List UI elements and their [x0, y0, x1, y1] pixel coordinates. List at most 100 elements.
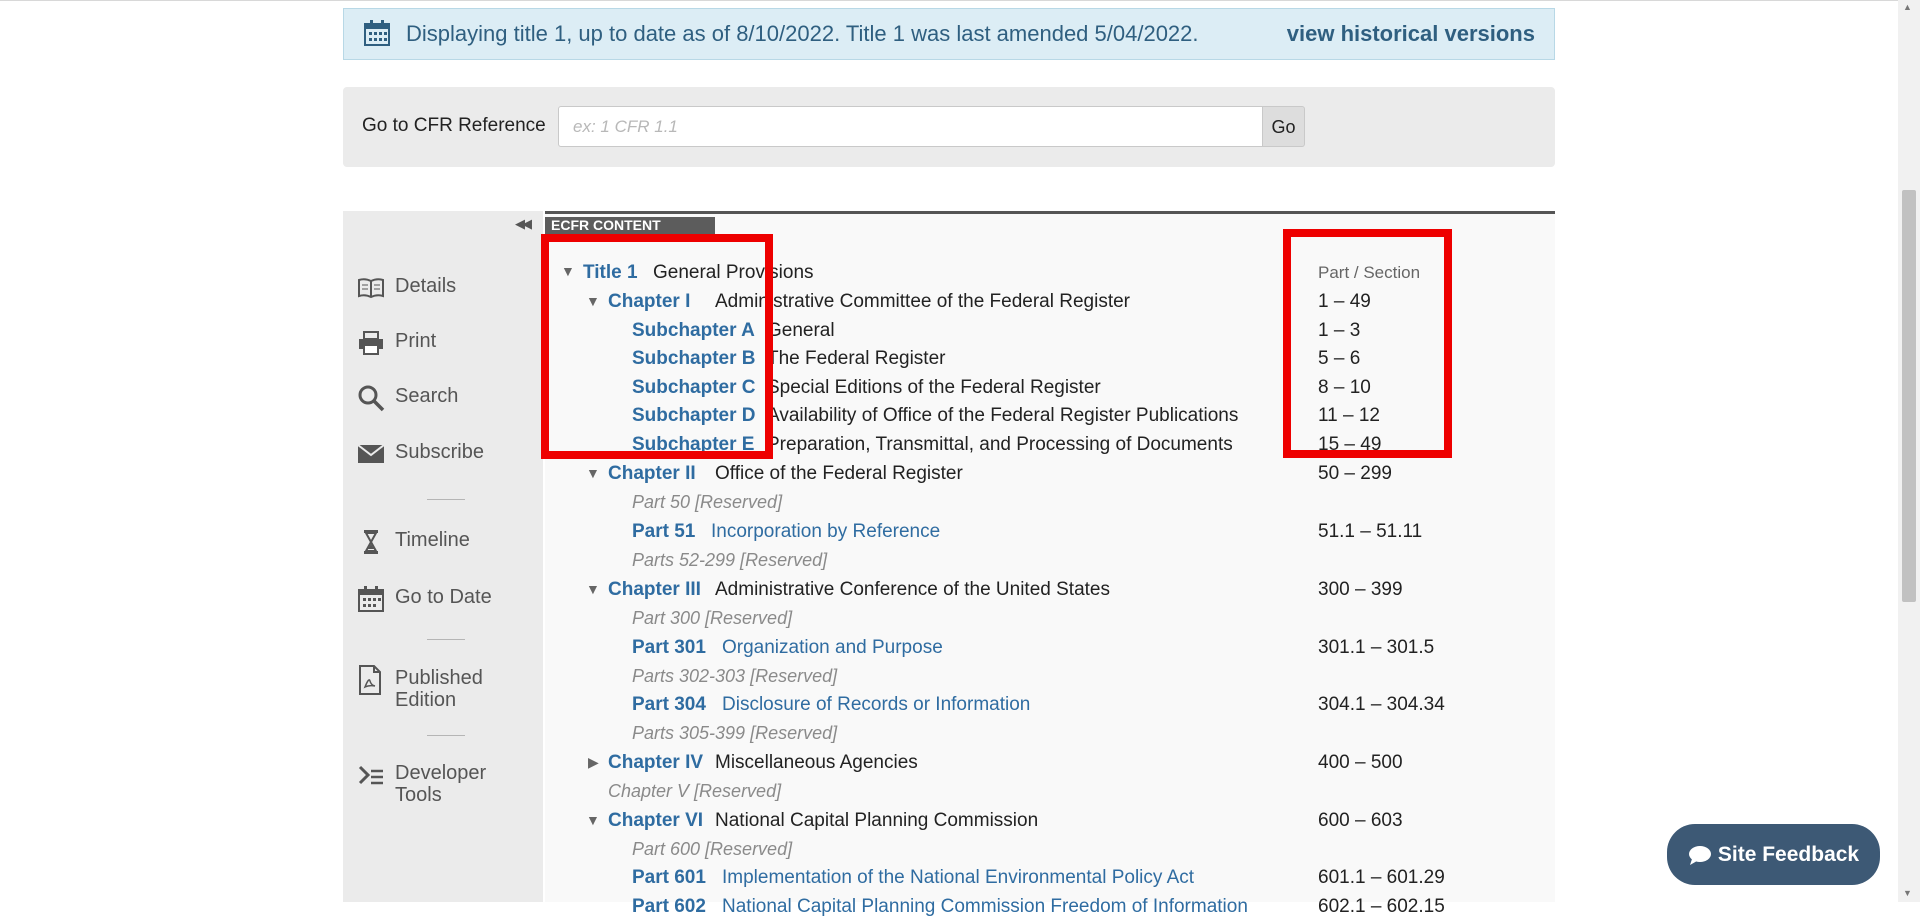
- chapter-description: Administrative Committee of the Federal …: [715, 291, 1130, 312]
- chapter-description: National Capital Planning Commission: [715, 810, 1039, 831]
- part-section-range: 601.1 – 601.29: [1318, 867, 1445, 888]
- scroll-down-icon[interactable]: ▼: [1903, 888, 1912, 898]
- toc-row: Parts 305-399 [Reserved]: [545, 720, 1555, 748]
- terminal-icon: [357, 762, 387, 788]
- cfr-reference-input[interactable]: [558, 106, 1263, 147]
- toc-row: Part 602 National Capital Planning Commi…: [545, 893, 1555, 921]
- highlight-box-ranges: [1283, 229, 1452, 458]
- toc-row: Parts 52-299 [Reserved]: [545, 547, 1555, 575]
- sidebar-item-print[interactable]: Print: [357, 330, 505, 356]
- subchapter-description: Preparation, Transmittal, and Processing…: [767, 434, 1233, 455]
- part-section-range: 51.1 – 51.11: [1318, 521, 1423, 542]
- chapter-link[interactable]: Chapter IV: [608, 752, 703, 774]
- chapter-description: Miscellaneous Agencies: [715, 752, 918, 773]
- toc-row: Part 601 Implementation of the National …: [545, 864, 1555, 892]
- part-description-link[interactable]: Incorporation by Reference: [711, 521, 940, 543]
- part-link[interactable]: Part 51: [632, 521, 695, 543]
- part-section-range: 50 – 299: [1318, 463, 1392, 484]
- ecfr-content-tag: ECFR CONTENT: [545, 217, 715, 234]
- part-section-range: 300 – 399: [1318, 579, 1403, 600]
- version-banner: Displaying title 1, up to date as of 8/1…: [343, 8, 1555, 60]
- subchapter-description: Availability of Office of the Federal Re…: [767, 405, 1239, 426]
- sidebar-divider: [427, 735, 465, 736]
- toc-row: ▼ Chapter VI National Capital Planning C…: [545, 807, 1555, 835]
- toc-row: Part 304 Disclosure of Records or Inform…: [545, 691, 1555, 719]
- site-feedback-label: Site Feedback: [1717, 842, 1860, 866]
- sidebar-item-developer-tools[interactable]: Developer Tools: [357, 762, 505, 806]
- toc-row: Part 50 [Reserved]: [545, 489, 1555, 517]
- chapter-description: Administrative Conference of the United …: [715, 579, 1110, 600]
- top-divider: [0, 0, 1920, 1]
- pdf-icon: [357, 665, 387, 695]
- part-link[interactable]: Part 601: [632, 867, 706, 889]
- sidebar-divider: [427, 639, 465, 640]
- part-link[interactable]: Part 304: [632, 694, 706, 716]
- go-button[interactable]: Go: [1263, 106, 1305, 147]
- hourglass-icon: [357, 529, 387, 555]
- part-section-range: 304.1 – 304.34: [1318, 694, 1445, 715]
- reserved-part: Parts 305-399 [Reserved]: [632, 723, 838, 743]
- reserved-chapter: Chapter V [Reserved]: [608, 781, 782, 801]
- toc-row: ▼ Chapter II Office of the Federal Regis…: [545, 460, 1555, 488]
- reserved-part: Part 600 [Reserved]: [632, 839, 793, 859]
- cfr-reference-form: Go to CFR Reference Go: [343, 87, 1555, 167]
- scroll-up-icon[interactable]: ▲: [1903, 2, 1912, 12]
- toc-row: Part 300 [Reserved]: [545, 605, 1555, 633]
- part-link[interactable]: Part 602: [632, 896, 706, 918]
- search-icon: [357, 385, 387, 412]
- sidebar: Details Print Search Subscribe Timeline …: [343, 211, 543, 902]
- part-description-link[interactable]: National Capital Planning Commission Fre…: [722, 896, 1248, 918]
- cfr-reference-label: Go to CFR Reference: [362, 115, 546, 136]
- sidebar-item-timeline[interactable]: Timeline: [357, 529, 505, 555]
- collapse-sidebar-icon[interactable]: ◀◀: [515, 216, 532, 232]
- book-icon: [357, 275, 387, 301]
- sidebar-item-search[interactable]: Search: [357, 385, 505, 412]
- site-feedback-button[interactable]: Site Feedback: [1667, 824, 1880, 885]
- caret-down-icon[interactable]: ▼: [586, 465, 600, 481]
- sidebar-item-label: Go to Date: [395, 586, 492, 608]
- part-link[interactable]: Part 301: [632, 637, 706, 659]
- toc-row: Part 600 [Reserved]: [545, 836, 1555, 864]
- sidebar-item-label: Subscribe: [395, 441, 484, 463]
- caret-down-icon[interactable]: ▼: [586, 581, 600, 597]
- part-description-link[interactable]: Implementation of the National Environme…: [722, 867, 1194, 889]
- reserved-part: Part 300 [Reserved]: [632, 608, 793, 628]
- sidebar-divider: [427, 499, 465, 500]
- part-section-range: 400 – 500: [1318, 752, 1403, 773]
- sidebar-item-subscribe[interactable]: Subscribe: [357, 441, 505, 467]
- part-section-range: 602.1 – 602.15: [1318, 896, 1445, 917]
- caret-right-icon[interactable]: ▶: [588, 754, 599, 771]
- sidebar-item-label: Published Edition: [395, 667, 483, 711]
- sidebar-item-label: Details: [395, 275, 457, 297]
- speech-bubble-icon: [1688, 845, 1711, 865]
- sidebar-item-go-to-date[interactable]: Go to Date: [357, 586, 505, 612]
- reserved-part: Part 50 [Reserved]: [632, 492, 783, 512]
- chapter-link[interactable]: Chapter III: [608, 579, 701, 601]
- part-description-link[interactable]: Organization and Purpose: [722, 637, 943, 659]
- highlight-box-headings: [541, 234, 773, 459]
- banner-text: Displaying title 1, up to date as of 8/1…: [406, 21, 1199, 46]
- view-historical-versions-link[interactable]: view historical versions: [1287, 21, 1535, 47]
- calendar-icon: [364, 20, 390, 46]
- part-section-range: 301.1 – 301.5: [1318, 637, 1435, 658]
- sidebar-item-details[interactable]: Details: [357, 275, 505, 301]
- subchapter-description: The Federal Register: [767, 348, 946, 369]
- calendar-icon: [357, 586, 387, 612]
- toc-row: ▼ Chapter III Administrative Conference …: [545, 576, 1555, 604]
- reserved-part: Parts 52-299 [Reserved]: [632, 550, 828, 570]
- chapter-link[interactable]: Chapter II: [608, 463, 696, 485]
- toc-row: Chapter V [Reserved]: [545, 778, 1555, 806]
- scrollbar-thumb[interactable]: [1902, 190, 1916, 602]
- printer-icon: [357, 330, 387, 356]
- subchapter-description: General: [767, 320, 835, 341]
- caret-down-icon[interactable]: ▼: [586, 812, 600, 828]
- chapter-link[interactable]: Chapter VI: [608, 810, 703, 832]
- sidebar-item-label: Print: [395, 330, 437, 352]
- part-description-link[interactable]: Disclosure of Records or Information: [722, 694, 1030, 716]
- part-section-range: 600 – 603: [1318, 810, 1403, 831]
- subchapter-description: Special Editions of the Federal Register: [767, 377, 1101, 398]
- content-top-border: [545, 211, 1555, 214]
- reserved-part: Parts 302-303 [Reserved]: [632, 666, 838, 686]
- chapter-description: Office of the Federal Register: [715, 463, 963, 484]
- sidebar-item-published-edition[interactable]: Published Edition: [357, 665, 505, 711]
